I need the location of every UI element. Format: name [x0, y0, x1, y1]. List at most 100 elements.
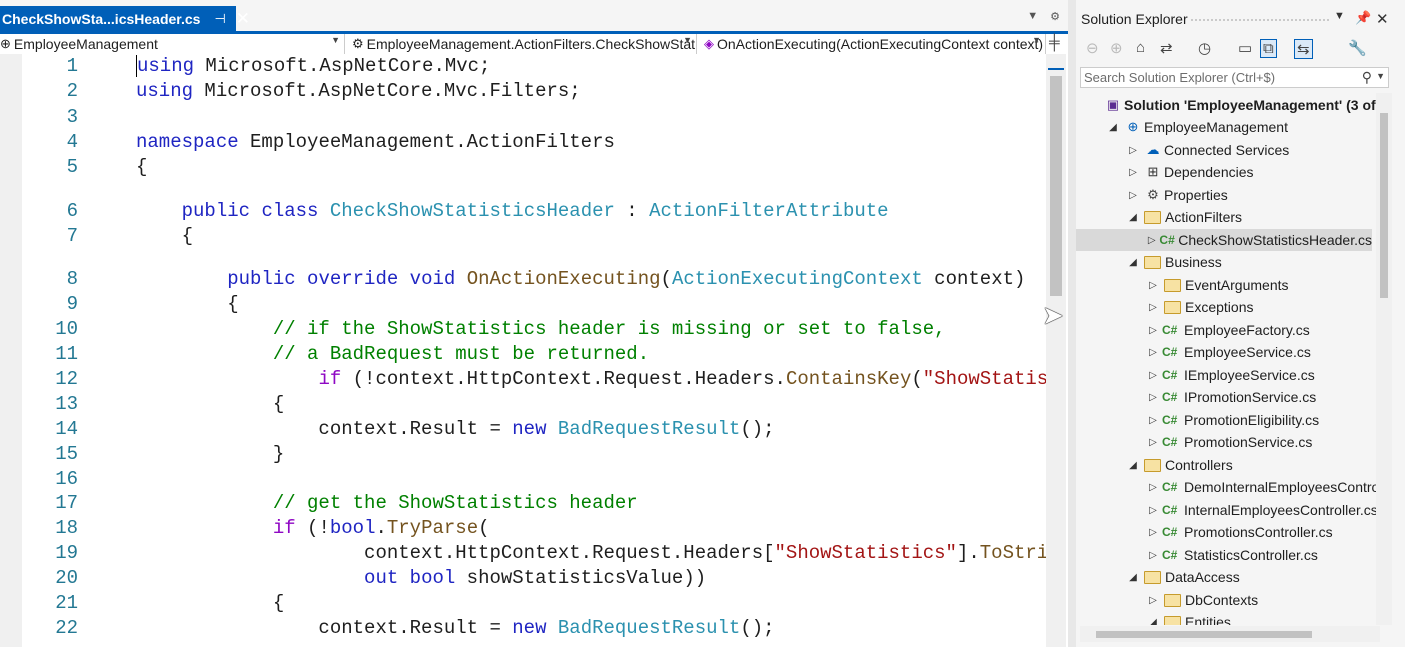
code-line[interactable]: 18 if (!bool.TryParse( — [22, 516, 1046, 541]
back-icon[interactable]: ⊖ — [1086, 39, 1099, 57]
code-text[interactable]: namespace EmployeeManagement.ActionFilte… — [136, 130, 615, 155]
expand-arrow-icon[interactable]: ▷ — [1144, 595, 1162, 606]
expand-arrow-icon[interactable]: ▷ — [1144, 550, 1162, 561]
tree-item-employeemanagement[interactable]: ◢ ⊕ EmployeeManagement — [1104, 116, 1288, 138]
tree-item-properties[interactable]: ▷ ⚙ Properties — [1124, 184, 1228, 206]
code-text[interactable]: } — [136, 442, 284, 467]
expand-arrow-icon[interactable]: ▷ — [1144, 415, 1162, 426]
tree-item-internalemployeescontroller-cs[interactable]: ▷ C# InternalEmployeesController.cs — [1144, 499, 1376, 521]
expand-arrow-icon[interactable]: ▷ — [1144, 370, 1162, 381]
code-text[interactable]: { — [136, 224, 193, 249]
code-text[interactable]: if (!bool.TryParse( — [136, 516, 490, 541]
solution-explorer-search[interactable]: Search Solution Explorer (Ctrl+$) ⚲ ▼ — [1080, 67, 1389, 88]
collapse-arrow-icon[interactable]: ◢ — [1124, 212, 1142, 223]
tree-horizontal-scrollbar[interactable] — [1080, 626, 1380, 642]
tree-item-demointernalemployeescontrolle[interactable]: ▷ C# DemoInternalEmployeesControlle — [1144, 476, 1376, 498]
tree-item-connected-services[interactable]: ▷ ☁ Connected Services — [1124, 139, 1289, 161]
code-line[interactable]: 2 using Microsoft.AspNetCore.Mvc.Filters; — [22, 79, 1046, 104]
code-line[interactable]: 6 public class CheckShowStatisticsHeader… — [22, 199, 1046, 224]
pin-icon[interactable]: ⊣ — [214, 11, 225, 27]
document-tab[interactable]: CheckShowSta...icsHeader.cs ⊣ ✕ — [0, 6, 250, 31]
editor-scrollbar-thumb[interactable] — [1050, 76, 1062, 296]
expand-arrow-icon[interactable]: ▷ — [1124, 190, 1142, 201]
expand-arrow-icon[interactable]: ▷ — [1144, 437, 1162, 448]
code-line[interactable]: 9 { — [22, 292, 1046, 317]
expand-arrow-icon[interactable]: ▷ — [1144, 392, 1162, 403]
document-tab-title[interactable]: CheckShowSta...icsHeader.cs — [0, 11, 200, 27]
expand-arrow-icon[interactable]: ▷ — [1144, 482, 1162, 493]
code-text[interactable]: using Microsoft.AspNetCore.Mvc.Filters; — [136, 79, 581, 104]
split-editor-icon[interactable]: ╪ — [1049, 34, 1060, 51]
code-line[interactable]: 5{ — [22, 155, 1046, 180]
code-line[interactable]: 21 { — [22, 591, 1046, 616]
code-text[interactable]: { — [136, 292, 238, 317]
tab-dropdown-icon[interactable]: ▼ — [1027, 10, 1038, 23]
code-line[interactable]: 17 // get the ShowStatistics header — [22, 491, 1046, 516]
collapse-arrow-icon[interactable]: ◢ — [1104, 122, 1122, 133]
tree-item-actionfilters[interactable]: ◢ ActionFilters — [1124, 206, 1242, 228]
code-line[interactable]: 16 — [22, 467, 1046, 492]
sync-with-active-document-icon[interactable]: ⇆ — [1294, 39, 1313, 59]
tree-item-employeeservice-cs[interactable]: ▷ C# EmployeeService.cs — [1144, 341, 1311, 363]
code-line[interactable]: 19 context.HttpContext.Request.Headers["… — [22, 541, 1046, 566]
code-text[interactable]: out bool showStatisticsValue)) — [136, 566, 706, 591]
expand-arrow-icon[interactable]: ▷ — [1124, 145, 1142, 156]
tree-item-dataaccess[interactable]: ◢ DataAccess — [1124, 566, 1240, 588]
tree-item-dependencies[interactable]: ▷ ⊞ Dependencies — [1124, 161, 1253, 183]
tree-item-controllers[interactable]: ◢ Controllers — [1124, 454, 1233, 476]
panel-menu-icon[interactable]: ▼ — [1334, 10, 1345, 22]
editor-vertical-scrollbar[interactable] — [1046, 54, 1066, 647]
member-dropdown[interactable]: ◈ OnActionExecuting(ActionExecutingConte… — [704, 34, 1046, 54]
tree-item-entities[interactable]: ◢ Entities — [1144, 611, 1231, 625]
tree-item-employeefactory-cs[interactable]: ▷ C# EmployeeFactory.cs — [1144, 319, 1310, 341]
code-text[interactable]: { — [136, 591, 284, 616]
settings-gear-icon[interactable]: ⚙ — [1050, 10, 1060, 23]
tree-item-promotioneligibility-cs[interactable]: ▷ C# PromotionEligibility.cs — [1144, 409, 1319, 431]
home-icon[interactable]: ⌂ — [1136, 39, 1145, 56]
expand-arrow-icon[interactable]: ▷ — [1144, 505, 1162, 516]
type-dropdown[interactable]: ⚙ EmployeeManagement.ActionFilters.Check… — [352, 34, 697, 54]
tree-item-dbcontexts[interactable]: ▷ DbContexts — [1144, 589, 1258, 611]
expand-arrow-icon[interactable]: ▷ — [1144, 302, 1162, 313]
collapse-arrow-icon[interactable]: ◢ — [1144, 617, 1162, 626]
collapse-arrow-icon[interactable]: ◢ — [1124, 460, 1142, 471]
pin-panel-icon[interactable]: 📌 — [1355, 10, 1371, 26]
code-line[interactable]: 11 // a BadRequest must be returned. — [22, 342, 1046, 367]
tree-item-checkshowstatisticsheader-cs[interactable]: ▷ C# CheckShowStatisticsHeader.cs — [1076, 229, 1372, 251]
code-text[interactable]: context.Result = new BadRequestResult(); — [136, 616, 774, 641]
code-text[interactable]: public class CheckShowStatisticsHeader :… — [136, 199, 889, 224]
code-line[interactable]: 12 if (!context.HttpContext.Request.Head… — [22, 367, 1046, 392]
switch-views-icon[interactable]: ⇄ — [1160, 39, 1173, 57]
tree-item-promotionscontroller-cs[interactable]: ▷ C# PromotionsController.cs — [1144, 521, 1332, 543]
code-line[interactable]: 1 using Microsoft.AspNetCore.Mvc; — [22, 54, 1046, 79]
expand-arrow-icon[interactable]: ▷ — [1144, 325, 1162, 336]
code-line[interactable]: 20 out bool showStatisticsValue)) — [22, 566, 1046, 591]
code-line[interactable]: 4 namespace EmployeeManagement.ActionFilt… — [22, 130, 1046, 155]
tree-item-iemployeeservice-cs[interactable]: ▷ C# IEmployeeService.cs — [1144, 364, 1315, 386]
panel-grip[interactable] — [1190, 18, 1330, 22]
collapse-arrow-icon[interactable]: ◢ — [1124, 257, 1142, 268]
code-text[interactable]: if (!context.HttpContext.Request.Headers… — [136, 367, 1046, 392]
code-text[interactable]: { — [136, 155, 147, 180]
code-line[interactable]: 13 { — [22, 392, 1046, 417]
collapse-arrow-icon[interactable]: ◢ — [1124, 572, 1142, 583]
expand-arrow-icon[interactable]: ▷ — [1144, 235, 1159, 246]
close-icon[interactable]: ✕ — [236, 9, 250, 29]
expand-arrow-icon[interactable]: ▷ — [1144, 280, 1162, 291]
search-icon[interactable]: ⚲ — [1362, 69, 1372, 86]
code-text[interactable]: // if the ShowStatistics header is missi… — [136, 317, 946, 342]
code-line[interactable]: 3 — [22, 105, 1046, 130]
code-text[interactable]: // get the ShowStatistics header — [136, 491, 638, 516]
tree-item-ipromotionservice-cs[interactable]: ▷ C# IPromotionService.cs — [1144, 386, 1316, 408]
code-line[interactable]: 10 // if the ShowStatistics header is mi… — [22, 317, 1046, 342]
pending-changes-icon[interactable]: ◷ — [1198, 39, 1211, 57]
collapse-all-icon[interactable]: ▭ — [1238, 39, 1252, 57]
chevron-down-icon[interactable]: ▼ — [1376, 71, 1385, 81]
forward-icon[interactable]: ⊕ — [1110, 39, 1123, 57]
panel-splitter[interactable] — [1068, 0, 1076, 647]
tree-item-business[interactable]: ◢ Business — [1124, 251, 1222, 273]
code-line[interactable]: 8 public override void OnActionExecuting… — [22, 267, 1046, 292]
code-text[interactable]: // a BadRequest must be returned. — [136, 342, 649, 367]
tree-hscroll-thumb[interactable] — [1096, 631, 1312, 638]
expand-arrow-icon[interactable]: ▷ — [1144, 527, 1162, 538]
